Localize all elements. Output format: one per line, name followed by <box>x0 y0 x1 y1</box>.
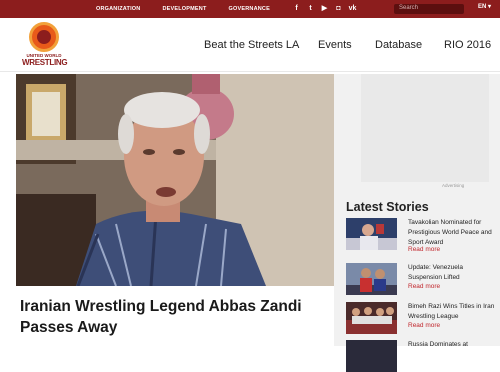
hero-photo-illustration <box>16 74 334 286</box>
search-placeholder: Search <box>399 5 419 11</box>
logo-emblem-icon <box>29 22 59 52</box>
advertising-label: Advertising <box>442 183 465 188</box>
top-nav-governance[interactable]: GOVERNANCE <box>229 6 270 12</box>
nav-beat-the-streets[interactable]: Beat the Streets LA <box>204 39 299 51</box>
read-more-link[interactable]: Read more <box>408 322 440 329</box>
story-title[interactable]: Tavakolian Nominated for Prestigious Wor… <box>408 218 498 248</box>
site-header: UNITED WORLD WRESTLING Beat the Streets … <box>0 18 500 72</box>
vk-icon[interactable]: vk <box>348 4 357 13</box>
instagram-icon[interactable]: ◘ <box>334 4 343 13</box>
story-title[interactable]: Update: Venezuela Suspension Lifted <box>408 263 498 283</box>
language-selector[interactable]: EN ▾ <box>478 3 491 10</box>
story-thumbnail[interactable] <box>346 302 397 334</box>
advertisement-slot[interactable] <box>361 74 489 182</box>
story-title[interactable]: Russia Dominates at <box>408 340 498 350</box>
nav-database[interactable]: Database <box>375 39 422 51</box>
hero-headline[interactable]: Iranian Wrestling Legend Abbas Zandi Pas… <box>20 296 320 338</box>
read-more-link[interactable]: Read more <box>408 283 440 290</box>
uww-logo[interactable]: UNITED WORLD WRESTLING <box>22 22 68 70</box>
story-thumbnail[interactable] <box>346 340 397 372</box>
top-nav-development[interactable]: DEVELOPMENT <box>162 6 206 12</box>
logo-text-line2: WRESTLING <box>22 58 68 67</box>
story-title[interactable]: Bimeh Razi Wins Titles in Iran Wrestling… <box>408 302 498 322</box>
facebook-icon[interactable]: f <box>292 4 301 13</box>
nav-rio-2016[interactable]: RIO 2016 <box>444 39 491 51</box>
hero-image[interactable] <box>16 74 334 286</box>
search-input[interactable]: Search <box>394 4 464 14</box>
story-thumbnail[interactable] <box>346 263 397 295</box>
latest-stories-heading: Latest Stories <box>346 200 429 214</box>
social-links: f t ▶ ◘ vk <box>292 4 357 13</box>
top-nav-organization[interactable]: ORGANIZATION <box>96 6 140 12</box>
youtube-icon[interactable]: ▶ <box>320 4 329 13</box>
story-thumbnail[interactable] <box>346 218 397 250</box>
nav-events[interactable]: Events <box>318 39 352 51</box>
top-nav: ORGANIZATION DEVELOPMENT GOVERNANCE <box>96 0 292 18</box>
twitter-icon[interactable]: t <box>306 4 315 13</box>
read-more-link[interactable]: Read more <box>408 246 440 253</box>
